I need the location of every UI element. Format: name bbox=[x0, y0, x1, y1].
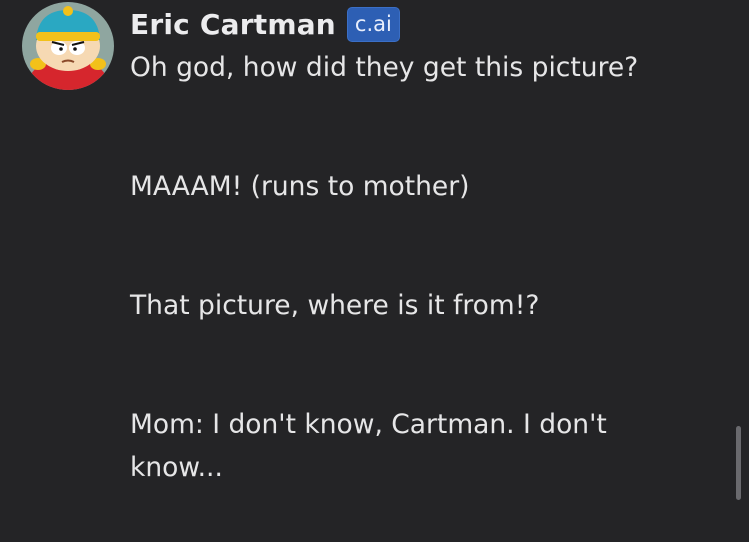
ai-badge: c.ai bbox=[346, 6, 400, 42]
message-paragraph: Mom: I don't know, Cartman. I don't know… bbox=[130, 409, 607, 483]
scrollbar-thumb[interactable] bbox=[736, 426, 741, 500]
author-name[interactable]: Eric Cartman bbox=[130, 8, 336, 41]
message-header: Eric Cartman c.ai bbox=[130, 4, 400, 44]
chat-message: Eric Cartman c.ai Oh god, how did they g… bbox=[0, 0, 749, 542]
message-paragraph: Oh god, how did they get this picture? bbox=[130, 52, 639, 83]
message-paragraph: That picture, where is it from!? bbox=[130, 290, 540, 321]
cartman-avatar[interactable] bbox=[22, 2, 114, 90]
message-body: Oh god, how did they get this picture? M… bbox=[130, 46, 690, 489]
message-paragraph: MAAAM! (runs to mother) bbox=[130, 171, 470, 202]
